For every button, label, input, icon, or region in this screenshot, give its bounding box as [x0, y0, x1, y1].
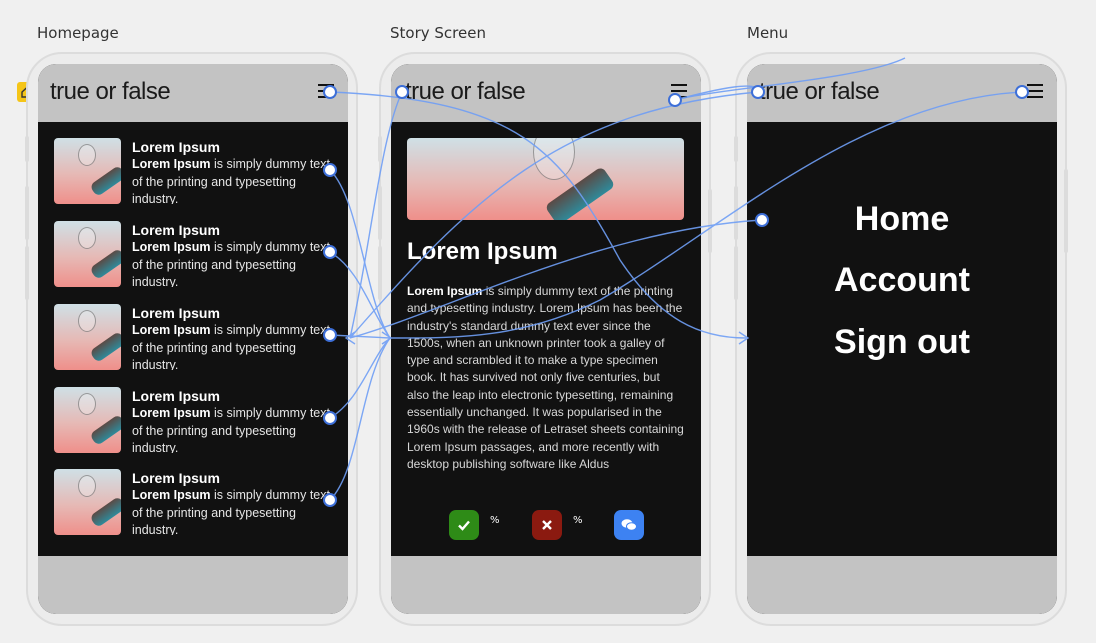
- check-icon: [458, 520, 470, 531]
- item-body: Lorem Ipsum is simply dummy text of the …: [132, 488, 330, 535]
- brand-logo[interactable]: true or false: [405, 78, 526, 106]
- item-thumbnail: [54, 138, 121, 204]
- hamburger-icon[interactable]: [1027, 84, 1043, 98]
- item-title: Lorem Ipsum: [132, 470, 220, 486]
- list-item[interactable]: Lorem Ipsum Lorem Ipsum is simply dummy …: [54, 469, 339, 537]
- item-body: Lorem Ipsum is simply dummy text of the …: [132, 406, 330, 453]
- item-title: Lorem Ipsum: [132, 305, 220, 321]
- brand-logo[interactable]: true or false: [759, 78, 880, 106]
- side-button: [378, 186, 382, 240]
- side-button: [378, 136, 382, 162]
- menu-item-sign-out[interactable]: Sign out: [747, 323, 1057, 362]
- item-thumbnail: [54, 387, 121, 453]
- menu-item-account[interactable]: Account: [747, 261, 1057, 300]
- item-title: Lorem Ipsum: [132, 388, 220, 404]
- true-button[interactable]: [449, 510, 479, 540]
- false-button[interactable]: [532, 510, 562, 540]
- false-percent: %: [573, 515, 583, 526]
- side-button: [734, 186, 738, 240]
- item-body: Lorem Ipsum is simply dummy text of the …: [132, 157, 330, 204]
- top-bar: true or false: [747, 64, 1057, 122]
- hamburger-icon[interactable]: [671, 84, 687, 98]
- item-body: Lorem Ipsum is simply dummy text of the …: [132, 323, 330, 370]
- bottom-bar: [38, 556, 348, 614]
- item-thumbnail: [54, 304, 121, 370]
- story-body: Lorem Ipsum is simply dummy text of the …: [407, 284, 684, 471]
- top-bar: true or false: [391, 64, 701, 122]
- top-bar: true or false: [38, 64, 348, 122]
- comment-button[interactable]: [614, 510, 644, 540]
- story-screen: true or false Lorem Ipsum Lorem Ipsum is…: [391, 64, 701, 614]
- side-button: [25, 136, 29, 162]
- item-title: Lorem Ipsum: [132, 222, 220, 238]
- bottom-bar: [747, 556, 1057, 614]
- hamburger-icon[interactable]: [318, 84, 334, 98]
- side-button: [25, 186, 29, 240]
- frame-label-story: Story Screen: [390, 24, 486, 42]
- phone-menu: true or false Home Account Sign out: [734, 52, 1068, 626]
- list-item[interactable]: Lorem Ipsum Lorem Ipsum is simply dummy …: [54, 138, 339, 206]
- item-thumbnail: [54, 221, 121, 287]
- story-hero-image: [407, 138, 684, 220]
- side-button: [734, 136, 738, 162]
- menu-screen: true or false Home Account Sign out: [747, 64, 1057, 614]
- x-icon: [542, 520, 552, 530]
- item-title: Lorem Ipsum: [132, 139, 220, 155]
- true-percent: %: [490, 515, 500, 526]
- phone-story: true or false Lorem Ipsum Lorem Ipsum is…: [378, 52, 712, 626]
- frame-label-homepage: Homepage: [37, 24, 119, 42]
- story-title: Lorem Ipsum: [407, 238, 558, 265]
- list-item[interactable]: Lorem Ipsum Lorem Ipsum is simply dummy …: [54, 221, 339, 289]
- homepage-screen: true or false Lorem Ipsum Lorem Ipsum is…: [38, 64, 348, 614]
- chat-bubble-icon: [621, 519, 637, 531]
- side-button: [734, 246, 738, 300]
- bottom-bar: [391, 556, 701, 614]
- side-button: [1064, 169, 1068, 253]
- item-body: Lorem Ipsum is simply dummy text of the …: [132, 240, 330, 287]
- side-button: [25, 246, 29, 300]
- list-item[interactable]: Lorem Ipsum Lorem Ipsum is simply dummy …: [54, 304, 339, 372]
- side-button: [708, 189, 712, 253]
- phone-homepage: true or false Lorem Ipsum Lorem Ipsum is…: [25, 52, 358, 626]
- side-button: [378, 246, 382, 300]
- list-item[interactable]: Lorem Ipsum Lorem Ipsum is simply dummy …: [54, 387, 339, 455]
- brand-logo[interactable]: true or false: [50, 78, 171, 106]
- item-thumbnail: [54, 469, 121, 535]
- frame-label-menu: Menu: [747, 24, 789, 42]
- menu-item-home[interactable]: Home: [747, 200, 1057, 239]
